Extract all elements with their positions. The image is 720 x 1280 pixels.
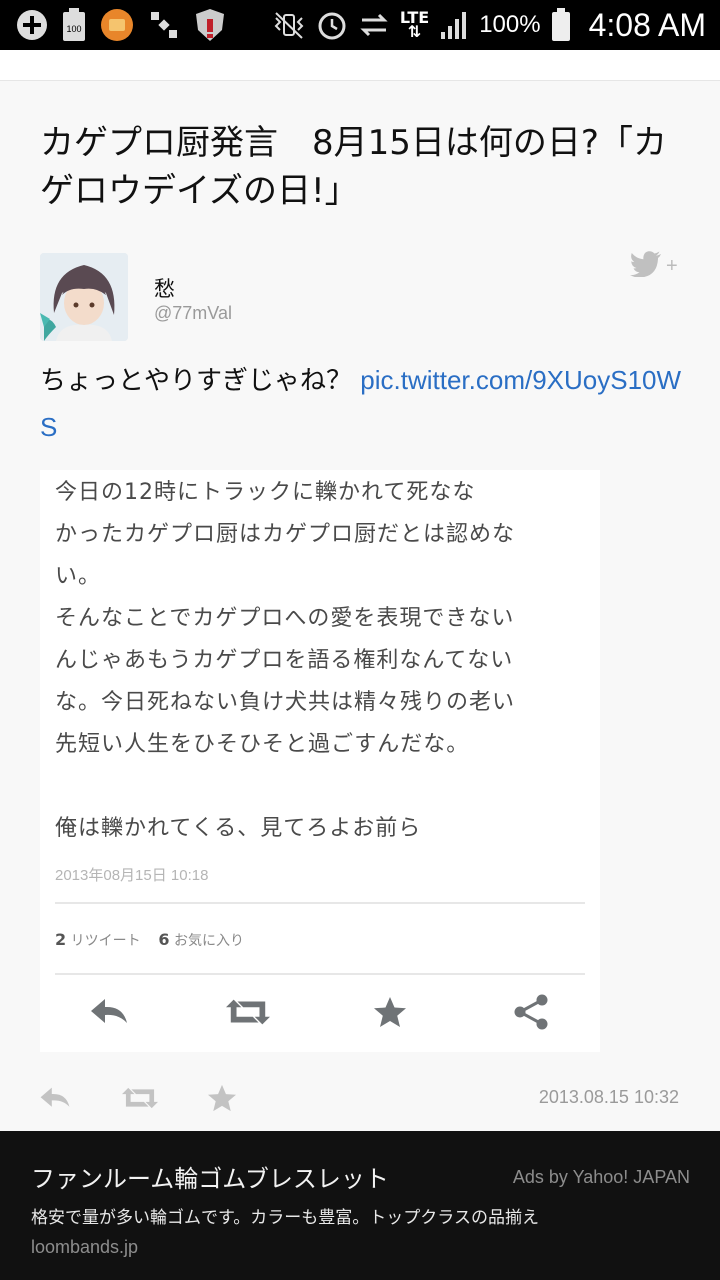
ad-banner[interactable]: ファンルーム輪ゴムブレスレット Ads by Yahoo! JAPAN 格安で量…	[0, 1131, 720, 1280]
retweet-label: リツイート	[70, 933, 141, 949]
shield-alert-icon	[194, 8, 226, 42]
embedded-divider	[55, 902, 585, 904]
embedded-line: 俺は轢かれてくる、見てろよお前ら	[55, 816, 422, 841]
favorite-icon	[208, 1084, 236, 1112]
embedded-line: 先短い人生をひそひそと過ごすんだな。	[55, 732, 470, 757]
user-handle[interactable]: @77mVal	[154, 303, 232, 324]
alarm-icon	[316, 9, 348, 41]
embedded-actions	[40, 988, 600, 1038]
embedded-line: 今日の12時にトラックに轢かれて死なな	[55, 480, 476, 505]
embedded-stats: 2 リツイート 6 お気に入り	[55, 930, 244, 950]
reply-icon	[87, 994, 131, 1030]
embedded-tweet-text: 今日の12時にトラックに轢かれて死なな かったカゲプロ厨はカゲプロ厨だとは認めな…	[55, 472, 595, 850]
article-card: カゲプロ厨発言 8月15日は何の日?「カゲロウデイズの日!」 愁 @77mVal…	[0, 81, 720, 1131]
ad-title[interactable]: ファンルーム輪ゴムブレスレット	[31, 1159, 389, 1194]
top-bar	[0, 50, 720, 81]
favorite-button[interactable]	[205, 1081, 239, 1115]
retweet-button[interactable]	[122, 1081, 158, 1115]
ad-credit[interactable]: Ads by Yahoo! JAPAN	[513, 1167, 690, 1188]
embedded-line: かったカゲプロ厨はカゲプロ厨だとは認めな	[55, 522, 516, 547]
satellite-icon	[148, 9, 180, 41]
embedded-divider	[55, 973, 585, 975]
tweet-timestamp[interactable]: 2013.08.15 10:32	[539, 1087, 679, 1108]
tweet-body: ちょっとやりすぎじゃね？	[40, 366, 361, 396]
favorite-icon	[368, 994, 412, 1030]
embedded-line	[55, 766, 595, 808]
reply-icon	[40, 1087, 70, 1107]
retweet-icon	[226, 994, 270, 1030]
user-name[interactable]: 愁	[154, 273, 175, 303]
signal-icon	[439, 10, 469, 40]
ad-description: 格安で量が多い輪ゴムです。カラーも豊富。トップクラスの品揃え	[31, 1208, 539, 1228]
orange-app-icon	[100, 8, 134, 42]
svg-text:100: 100	[66, 24, 81, 34]
avatar[interactable]	[40, 253, 128, 341]
sync-icon	[358, 11, 390, 39]
follow-button[interactable]: +	[630, 251, 684, 281]
embedded-date: 2013年08月15日 10:18	[55, 867, 209, 884]
retweet-icon	[122, 1087, 158, 1109]
article-title: カゲプロ厨発言 8月15日は何の日?「カゲロウデイズの日!」	[40, 123, 667, 211]
ad-domain: loombands.jp	[31, 1237, 139, 1257]
mute-vibrate-icon	[272, 10, 306, 40]
battery-percent: 100%	[479, 11, 541, 38]
twitter-bird-icon	[630, 251, 662, 281]
add-icon	[16, 9, 48, 41]
reply-button[interactable]	[38, 1081, 72, 1115]
clock: 4:08 AM	[588, 6, 706, 43]
favorite-count: 6	[158, 930, 170, 949]
lte-icon: LTE ⇅	[399, 8, 430, 41]
status-bar: 100 LTE ⇅ 100% 4:08 AM	[0, 0, 720, 50]
follow-plus: +	[666, 254, 678, 277]
battery-100-icon: 100	[62, 8, 86, 42]
retweet-count: 2	[55, 930, 67, 949]
embedded-line: な。今日死ねない負け犬共は精々残りの老い	[55, 690, 516, 715]
battery-icon	[551, 8, 571, 42]
embedded-line: んじゃあもうカゲプロを語る権利なんてない	[55, 648, 514, 673]
tweet-text: ちょっとやりすぎじゃね？ pic.twitter.com/9XUoyS10WS	[40, 357, 685, 451]
embedded-line: い。	[55, 564, 102, 589]
share-icon	[509, 994, 553, 1030]
embedded-image[interactable]: 今日の12時にトラックに轢かれて死なな かったカゲプロ厨はカゲプロ厨だとは認めな…	[40, 470, 600, 1052]
embedded-line: そんなことでカゲプロへの愛を表現できない	[55, 606, 515, 631]
favorite-label: お気に入り	[174, 933, 244, 949]
